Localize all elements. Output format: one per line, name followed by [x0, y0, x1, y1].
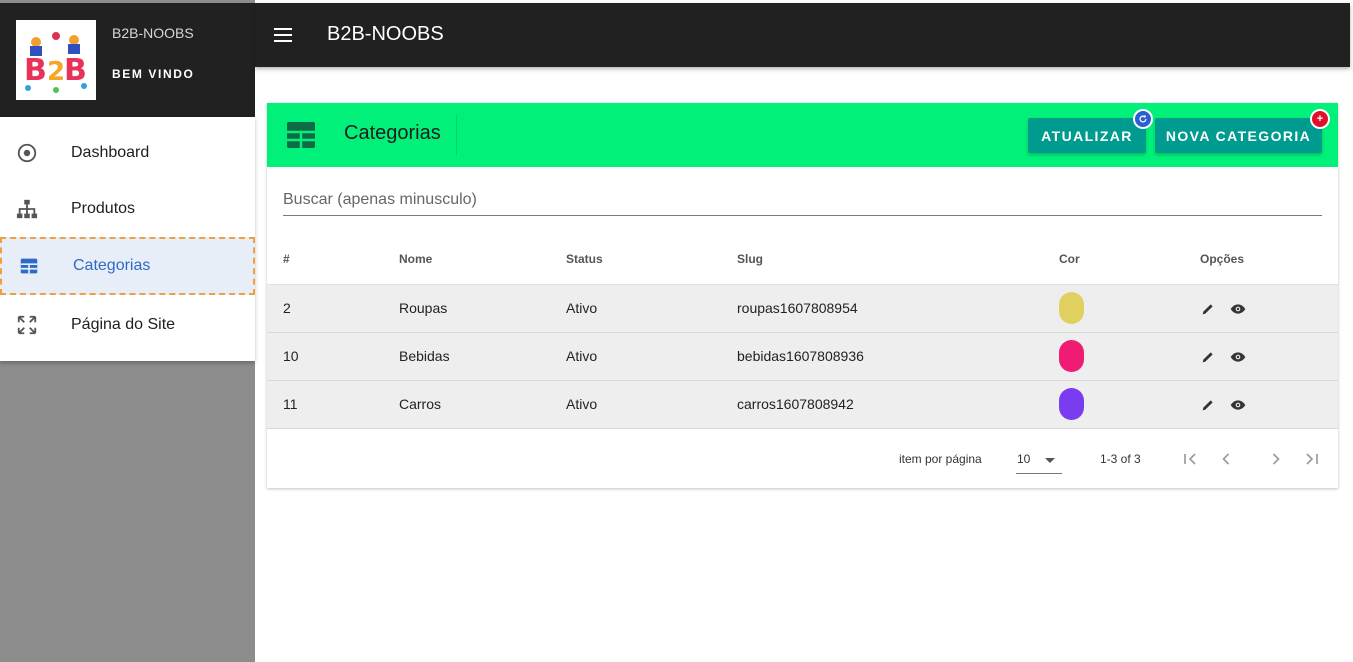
color-swatch	[1059, 340, 1084, 372]
hamburger-menu-icon[interactable]	[271, 23, 295, 47]
table-row[interactable]: 2 Roupas Ativo roupas1607808954	[267, 284, 1338, 333]
view-eye-icon[interactable]	[1230, 301, 1246, 317]
cell-opcoes	[1184, 380, 1338, 429]
view-eye-icon[interactable]	[1230, 397, 1246, 413]
brand-name: B2B-NOOBS	[112, 25, 194, 41]
cell-id: 11	[267, 380, 383, 429]
sidebar-header: B 2 B B2B-NOOBS BEM VINDO	[0, 3, 255, 117]
cell-id: 10	[267, 332, 383, 381]
sidebar-nav: Dashboard Produtos Categorias Página do …	[0, 117, 255, 361]
welcome-text: BEM VINDO	[112, 67, 195, 81]
cell-slug: bebidas1607808936	[721, 332, 1043, 381]
cell-opcoes	[1184, 284, 1338, 333]
column-header-status[interactable]: Status	[550, 235, 721, 285]
svg-text:B: B	[64, 53, 87, 88]
edit-pencil-icon[interactable]	[1200, 397, 1216, 413]
edit-pencil-icon[interactable]	[1200, 301, 1216, 317]
color-swatch	[1059, 292, 1084, 324]
cell-id: 2	[267, 284, 383, 333]
new-category-button[interactable]: NOVA CATEGORIA	[1155, 118, 1322, 153]
cell-cor	[1043, 284, 1184, 333]
last-page-icon[interactable]	[1302, 449, 1322, 469]
cell-status: Ativo	[550, 284, 721, 333]
sidebar-item-dashboard[interactable]: Dashboard	[0, 124, 255, 182]
svg-text:B: B	[24, 53, 47, 88]
card-header: Categorias ATUALIZAR NOVA CATEGORIA +	[267, 103, 1338, 167]
column-header-id[interactable]: #	[267, 235, 383, 285]
cell-slug: carros1607808942	[721, 380, 1043, 429]
table-header-row: # Nome Status Slug Cor Opções	[267, 235, 1338, 285]
column-header-nome[interactable]: Nome	[383, 235, 550, 285]
color-swatch	[1059, 388, 1084, 420]
cell-nome: Roupas	[383, 284, 550, 333]
cell-nome: Carros	[383, 380, 550, 429]
cell-nome: Bebidas	[383, 332, 550, 381]
app-bar: B2B-NOOBS	[255, 3, 1350, 67]
svg-text:2: 2	[47, 57, 65, 87]
items-per-page-label: item por página	[899, 452, 982, 466]
sidebar-item-produtos[interactable]: Produtos	[0, 180, 255, 238]
fullscreen-icon	[17, 315, 37, 335]
items-per-page-value: 10	[1017, 452, 1031, 466]
sidebar-item-label: Categorias	[73, 257, 151, 274]
add-icon[interactable]: +	[1310, 109, 1330, 129]
sidebar-item-categorias[interactable]: Categorias	[0, 237, 255, 295]
radio-target-icon	[17, 143, 37, 163]
refresh-button[interactable]: ATUALIZAR	[1028, 118, 1146, 153]
cell-slug: roupas1607808954	[721, 284, 1043, 333]
first-page-icon[interactable]	[1180, 449, 1200, 469]
page-range: 1-3 of 3	[1100, 452, 1141, 466]
card-title: Categorias	[344, 122, 441, 144]
sitemap-icon	[16, 199, 38, 219]
table-row[interactable]: 10 Bebidas Ativo bebidas1607808936	[267, 332, 1338, 381]
categories-card: Categorias ATUALIZAR NOVA CATEGORIA + # …	[267, 103, 1338, 488]
cell-cor	[1043, 380, 1184, 429]
cell-status: Ativo	[550, 380, 721, 429]
cell-status: Ativo	[550, 332, 721, 381]
edit-pencil-icon[interactable]	[1200, 349, 1216, 365]
items-per-page-select[interactable]: 10	[1016, 448, 1062, 474]
categories-table: # Nome Status Slug Cor Opções 2 Roupas A…	[267, 235, 1338, 429]
brand-logo: B 2 B	[16, 20, 96, 100]
sidebar-item-label: Página do Site	[71, 316, 176, 333]
table-icon	[20, 258, 38, 274]
sidebar-item-label: Dashboard	[71, 144, 150, 161]
pagination-bar: item por página 10 1-3 of 3	[267, 430, 1338, 488]
column-header-cor[interactable]: Cor	[1043, 235, 1184, 285]
header-divider	[456, 115, 457, 155]
sidebar-item-pagina-do-site[interactable]: Página do Site	[0, 296, 255, 354]
cell-cor	[1043, 332, 1184, 381]
refresh-icon[interactable]	[1133, 109, 1153, 129]
table-row[interactable]: 11 Carros Ativo carros1607808942	[267, 380, 1338, 429]
search-input[interactable]	[283, 184, 1322, 216]
view-eye-icon[interactable]	[1230, 349, 1246, 365]
sidebar-item-label: Produtos	[71, 200, 136, 217]
column-header-opcoes: Opções	[1184, 235, 1338, 285]
column-header-slug[interactable]: Slug	[721, 235, 1043, 285]
app-title: B2B-NOOBS	[327, 23, 444, 45]
cell-opcoes	[1184, 332, 1338, 381]
table-icon	[287, 122, 315, 148]
previous-page-icon[interactable]	[1216, 449, 1236, 469]
next-page-icon[interactable]	[1266, 449, 1286, 469]
chevron-down-icon	[1045, 458, 1055, 463]
